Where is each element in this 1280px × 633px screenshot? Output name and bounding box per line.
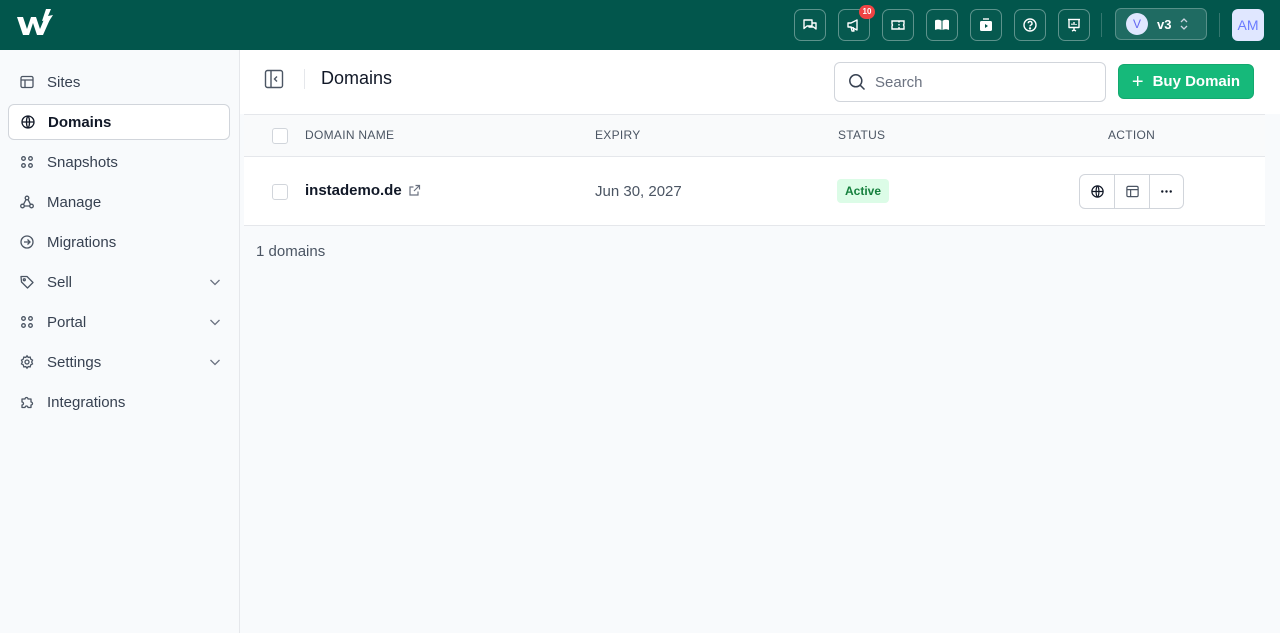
- user-avatar[interactable]: AM: [1232, 9, 1264, 41]
- page-title: Domains: [321, 68, 393, 88]
- sidebar-item-manage[interactable]: Manage: [8, 184, 230, 220]
- domain-link[interactable]: instademo.de: [305, 182, 421, 199]
- site-button[interactable]: [1114, 175, 1148, 208]
- external-link-icon: [409, 184, 420, 196]
- sidebar-item-snapshots[interactable]: Snapshots: [8, 144, 230, 180]
- domains-count: 1 domains: [256, 243, 326, 260]
- book-icon: [935, 19, 949, 30]
- domains-table: DOMAIN NAME EXPIRY STATUS ACTION instade…: [244, 114, 1265, 226]
- version-avatar: V: [1126, 13, 1148, 35]
- notification-badge: 10: [859, 5, 875, 19]
- layout-icon: [20, 75, 34, 89]
- videos-button[interactable]: [970, 9, 1002, 41]
- status-badge: Active: [837, 179, 890, 203]
- expiry-date: Jun 30, 2027: [595, 183, 682, 200]
- sidebar-item-label: Manage: [47, 193, 102, 211]
- buy-domain-label: Buy Domain: [1152, 73, 1241, 90]
- sidebar-item-label: Settings: [47, 353, 102, 371]
- page-header: Domains + Buy Domain: [240, 50, 1280, 114]
- buy-domain-button[interactable]: + Buy Domain: [1118, 64, 1254, 99]
- chevron-up-down-icon: [1181, 18, 1188, 30]
- docs-button[interactable]: [926, 9, 958, 41]
- column-header-status[interactable]: STATUS: [838, 128, 885, 142]
- gear-icon: [20, 354, 34, 370]
- tickets-button[interactable]: [882, 9, 914, 41]
- chevron-down-icon: [210, 359, 220, 366]
- sidebar-item-domains[interactable]: Domains: [8, 104, 230, 140]
- sidebar-item-label: Sites: [47, 73, 81, 91]
- chat-icon: [803, 19, 817, 30]
- topbar-divider: [1101, 13, 1102, 37]
- help-button[interactable]: [1014, 9, 1046, 41]
- sidebar-item-label: Portal: [47, 313, 87, 331]
- sidebar-item-label: Sell: [47, 273, 73, 291]
- sidebar-item-sites[interactable]: Sites: [8, 64, 230, 100]
- dns-button[interactable]: [1080, 175, 1114, 208]
- sidebar-item-portal[interactable]: Portal: [8, 304, 230, 340]
- sidebar-item-integrations[interactable]: Integrations: [8, 384, 230, 420]
- layout-icon: [1125, 185, 1139, 198]
- ticket-icon: [891, 20, 905, 30]
- sidebar-item-label: Integrations: [47, 393, 126, 411]
- sidebar-collapse-icon: [264, 69, 284, 89]
- column-header-action: ACTION: [1108, 128, 1156, 142]
- sidebar-item-label: Migrations: [47, 233, 117, 251]
- row-actions: [1079, 174, 1184, 209]
- search-icon: [849, 74, 866, 91]
- column-header-expiry[interactable]: EXPIRY: [595, 128, 641, 142]
- top-bar: 10 V v3 AM: [0, 0, 1280, 50]
- sidebar-item-sell[interactable]: Sell: [8, 264, 230, 300]
- header-divider: [304, 69, 305, 89]
- grid-icon: [21, 156, 33, 168]
- topbar-divider: [1219, 13, 1220, 37]
- select-all-checkbox[interactable]: [272, 128, 288, 144]
- arrow-circle-icon: [20, 235, 34, 249]
- sidebar-item-migrations[interactable]: Migrations: [8, 224, 230, 260]
- presentation-icon: [1068, 18, 1080, 32]
- brand-logo[interactable]: [16, 8, 56, 40]
- chevron-down-icon: [210, 279, 220, 286]
- sidebar-item-label: Domains: [48, 113, 112, 131]
- globe-icon: [21, 115, 35, 129]
- more-icon: [1160, 190, 1172, 193]
- table-header: DOMAIN NAME EXPIRY STATUS ACTION: [244, 114, 1265, 157]
- sidebar-item-settings[interactable]: Settings: [8, 344, 230, 380]
- plus-icon: +: [1131, 70, 1144, 93]
- help-icon: [1023, 18, 1037, 32]
- search-input[interactable]: [875, 73, 1095, 91]
- table-row: instademo.de Jun 30, 2027 Active: [244, 157, 1265, 226]
- sidebar: Sites Domains Snapshots Manage Migration…: [0, 50, 240, 633]
- globe-icon: [1090, 185, 1104, 198]
- version-label: v3: [1157, 16, 1172, 32]
- chevron-down-icon: [210, 319, 220, 326]
- main-content: Domains + Buy Domain DOMAIN NAME EXPIRY …: [240, 50, 1280, 633]
- grid-icon: [21, 316, 33, 328]
- announcements-button[interactable]: 10: [838, 5, 875, 41]
- collapse-sidebar-button[interactable]: [264, 69, 284, 89]
- tag-icon: [20, 275, 34, 289]
- video-icon: [980, 18, 992, 31]
- more-options-button[interactable]: [1148, 175, 1183, 208]
- presentation-button[interactable]: [1058, 9, 1090, 41]
- domain-name: instademo.de: [305, 182, 402, 199]
- column-header-domain-name[interactable]: DOMAIN NAME: [305, 128, 394, 142]
- puzzle-icon: [21, 396, 34, 409]
- megaphone-icon: [847, 19, 858, 32]
- row-checkbox[interactable]: [272, 184, 288, 200]
- network-icon: [20, 195, 34, 209]
- sidebar-item-label: Snapshots: [47, 153, 118, 171]
- search-box[interactable]: [834, 62, 1106, 102]
- version-switcher[interactable]: V v3: [1115, 8, 1207, 40]
- chat-button[interactable]: [794, 9, 826, 41]
